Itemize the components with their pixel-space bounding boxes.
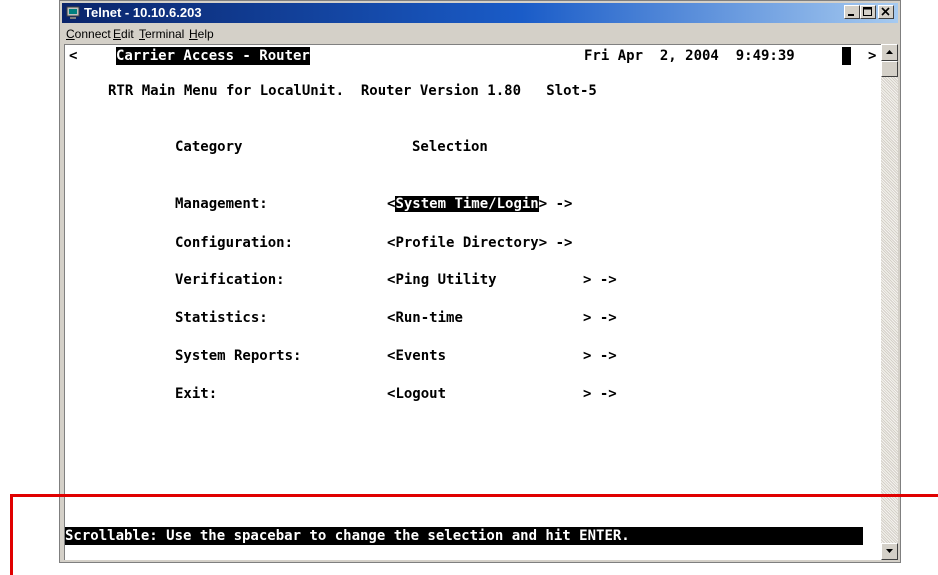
menu-terminal[interactable]: Terminal xyxy=(139,27,184,41)
window-title: Telnet - 10.10.6.203 xyxy=(84,5,202,20)
scroll-left-marker: < xyxy=(69,48,78,64)
menu-connect-mnemonic: C xyxy=(66,27,75,41)
selection-field[interactable]: <Events xyxy=(387,347,446,365)
selection-value: Ping Utility xyxy=(395,272,497,288)
selection-field[interactable]: <Run-time xyxy=(387,309,463,327)
selection-field[interactable]: <Profile Directory> -> xyxy=(387,234,572,252)
row-category: Verification: xyxy=(175,272,285,288)
row-category: Management: xyxy=(175,196,268,212)
terminal-screen[interactable]: < Carrier Access - Router Fri Apr 2, 200… xyxy=(64,44,881,560)
minimize-button[interactable] xyxy=(844,5,860,19)
menu-edit-rest: dit xyxy=(121,27,134,41)
menu-edit-mnemonic: E xyxy=(113,27,122,41)
annotation-highlight-box xyxy=(10,494,938,575)
selection-value: Run-time xyxy=(395,310,463,326)
menu-heading: RTR Main Menu for LocalUnit. Router Vers… xyxy=(108,83,597,99)
selection-arrow: > -> xyxy=(583,310,617,326)
text-cursor xyxy=(842,47,851,65)
menu-help-mnemonic: H xyxy=(189,27,198,41)
selection-field[interactable]: <Logout xyxy=(387,385,446,403)
row-category: Configuration: xyxy=(175,235,294,251)
selection-header: Selection xyxy=(412,139,488,155)
minimize-icon xyxy=(848,14,854,16)
selection-arrow: > -> xyxy=(583,348,617,364)
selection-value: Events xyxy=(395,348,447,364)
vertical-scrollbar[interactable] xyxy=(881,44,898,560)
telnet-window: Telnet - 10.10.6.203 Connect Edit Termin… xyxy=(59,0,901,563)
menu-help-rest: elp xyxy=(197,27,214,41)
title-bar[interactable]: Telnet - 10.10.6.203 xyxy=(62,3,898,23)
selection-field[interactable]: <Ping Utility xyxy=(387,271,497,289)
scroll-up-arrow-icon xyxy=(886,50,893,54)
maximize-icon xyxy=(863,7,872,16)
maximize-button[interactable] xyxy=(860,5,876,19)
selection-value: Logout xyxy=(395,386,447,402)
menu-bar: Connect Edit Terminal Help xyxy=(62,25,898,43)
menu-help[interactable]: Help xyxy=(189,27,214,41)
selection-arrow: > -> xyxy=(583,272,617,288)
menu-connect-rest: onnect xyxy=(74,27,111,41)
close-button[interactable] xyxy=(878,5,894,19)
telnet-app-icon xyxy=(66,6,80,20)
scroll-thumb[interactable] xyxy=(881,61,898,77)
selection-value: Profile Directory xyxy=(395,235,539,251)
row-category: Exit: xyxy=(175,386,218,402)
product-banner: Carrier Access - Router xyxy=(116,47,310,65)
row-category: System Reports: xyxy=(175,348,302,364)
close-icon xyxy=(881,7,890,16)
selection-field[interactable]: <System Time/Login> -> xyxy=(387,195,572,213)
scroll-up-button[interactable] xyxy=(881,44,898,61)
category-header: Category xyxy=(175,139,243,155)
row-category: Statistics: xyxy=(175,310,268,326)
scroll-right-marker: > xyxy=(868,48,877,64)
menu-connect[interactable]: Connect xyxy=(66,27,111,41)
menu-terminal-rest: erminal xyxy=(145,27,185,41)
selection-value: System Time/Login xyxy=(395,196,539,212)
selection-arrow: > -> xyxy=(583,386,617,402)
menu-edit[interactable]: Edit xyxy=(113,27,134,41)
datetime: Fri Apr 2, 2004 9:49:39 xyxy=(584,48,795,64)
